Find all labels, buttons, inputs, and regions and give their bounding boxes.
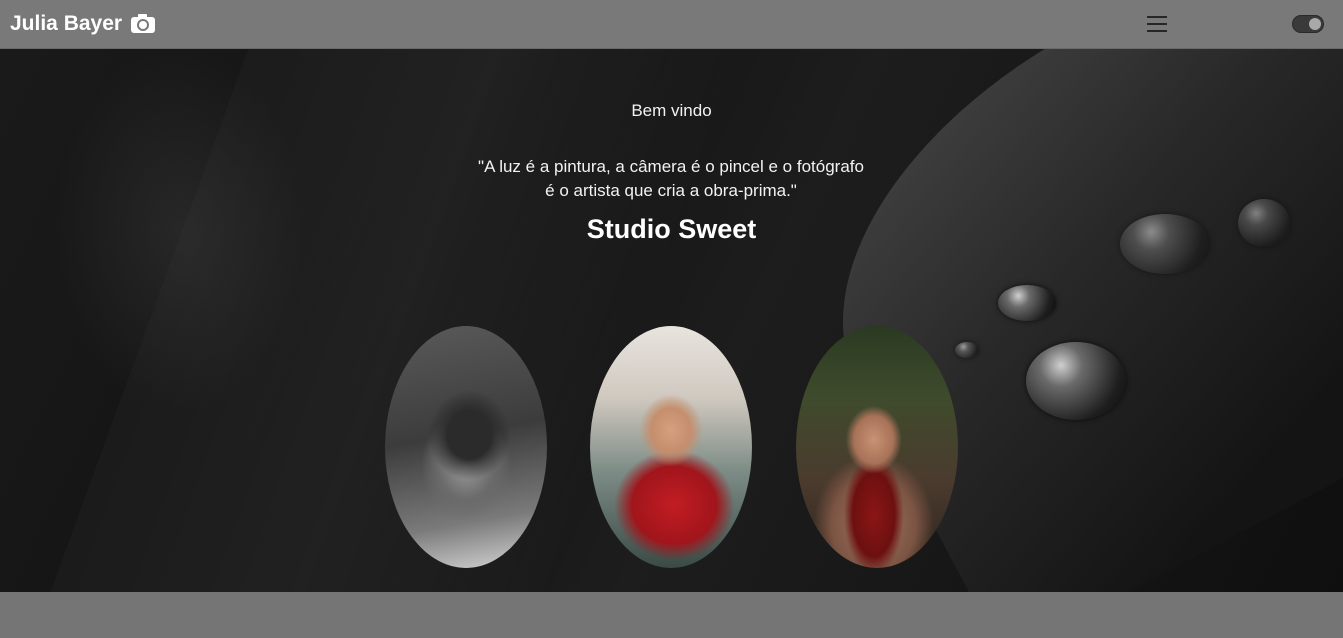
quote-line-2: é o artista que cria a obra-prima.": [545, 181, 797, 200]
water-drop: [1026, 342, 1126, 420]
footer-band: [0, 592, 1343, 638]
theme-toggle[interactable]: [1292, 15, 1324, 33]
quote-line-1: "A luz é a pintura, a câmera é o pincel …: [478, 157, 864, 176]
gallery-photo[interactable]: [385, 326, 547, 568]
brand-name: Julia Bayer: [10, 12, 123, 35]
toggle-knob: [1309, 18, 1321, 30]
brand-link[interactable]: Julia Bayer: [10, 9, 156, 39]
camera-icon: [130, 14, 156, 34]
quote-text: "A luz é a pintura, a câmera é o pincel …: [421, 155, 921, 203]
welcome-text: Bem vindo: [631, 101, 712, 120]
gallery-photo[interactable]: [590, 326, 752, 568]
hamburger-menu-icon[interactable]: [1145, 12, 1171, 36]
navbar: Julia Bayer: [0, 0, 1343, 49]
hero-section: Bem vindo "A luz é a pintura, a câmera é…: [0, 49, 1343, 592]
water-drop: [998, 285, 1056, 321]
gallery-photo[interactable]: [796, 326, 958, 568]
water-drop: [955, 342, 979, 358]
studio-title: Studio Sweet: [586, 214, 757, 244]
